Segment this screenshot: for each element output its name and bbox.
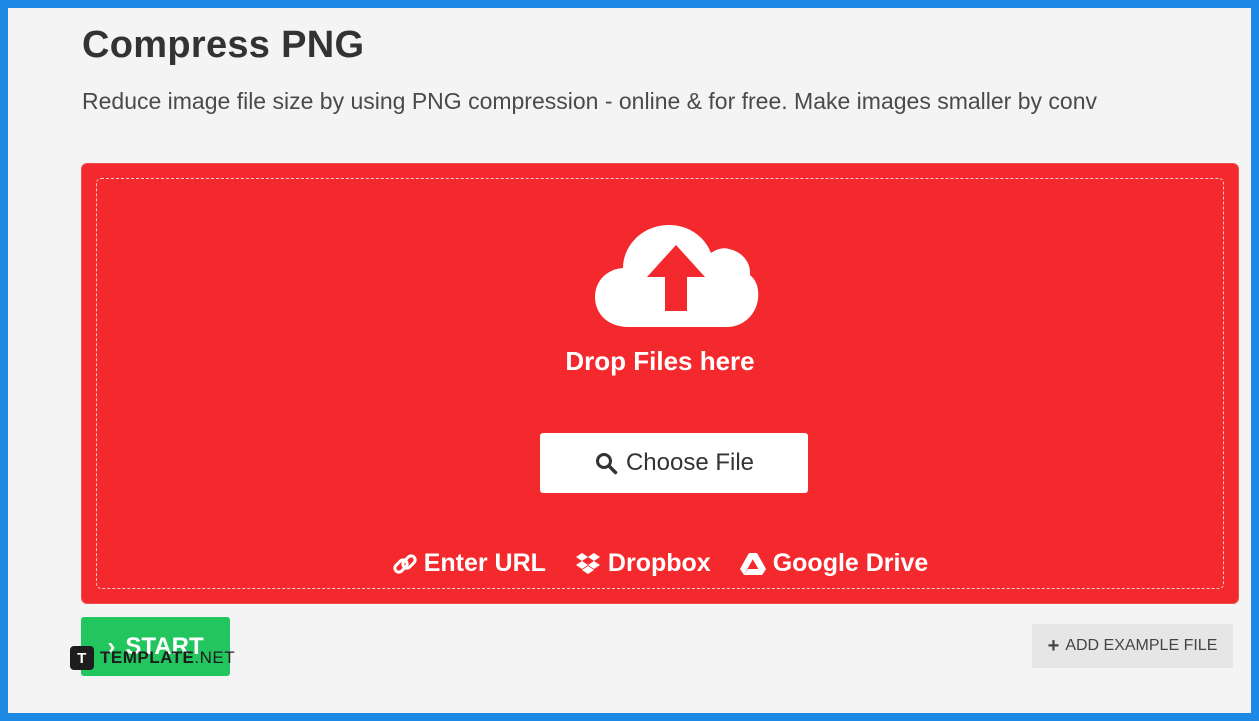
enter-url-label: Enter URL bbox=[423, 549, 546, 577]
choose-file-button[interactable]: Choose File bbox=[540, 433, 808, 493]
watermark-brand: TEMPLATE bbox=[100, 648, 195, 667]
upload-sources: Enter URL Dropbox Google Drive bbox=[97, 549, 1223, 578]
choose-file-label: Choose File bbox=[625, 449, 755, 476]
dropbox-label: Dropbox bbox=[607, 549, 711, 577]
plus-icon: + bbox=[1047, 634, 1060, 657]
drop-files-label: Drop Files here bbox=[565, 346, 755, 376]
watermark-suffix: .NET bbox=[194, 648, 236, 667]
enter-url-link[interactable]: Enter URL bbox=[392, 549, 546, 578]
add-example-file-button[interactable]: + ADD EXAMPLE FILE bbox=[1032, 624, 1233, 668]
google-drive-label: Google Drive bbox=[772, 549, 929, 577]
add-example-label: ADD EXAMPLE FILE bbox=[1065, 637, 1218, 654]
dropbox-link[interactable]: Dropbox bbox=[574, 549, 711, 578]
file-dropzone[interactable]: Drop Files here Choose File Enter URL Dr… bbox=[81, 163, 1239, 604]
search-icon bbox=[595, 453, 618, 475]
google-drive-icon bbox=[739, 552, 766, 575]
dropzone-dashed-border: Drop Files here Choose File Enter URL Dr… bbox=[96, 178, 1224, 589]
page-title: Compress PNG bbox=[82, 24, 365, 66]
page-subtitle: Reduce image file size by using PNG comp… bbox=[82, 88, 1097, 114]
template-net-watermark: T TEMPLATE .NET bbox=[70, 646, 235, 670]
google-drive-link[interactable]: Google Drive bbox=[739, 549, 929, 578]
dropbox-icon bbox=[575, 552, 600, 574]
browser-frame: Compress PNG Reduce image file size by u… bbox=[0, 0, 1259, 721]
link-icon bbox=[393, 553, 417, 574]
template-logo-icon: T bbox=[70, 646, 94, 670]
cloud-upload-icon bbox=[595, 225, 759, 327]
